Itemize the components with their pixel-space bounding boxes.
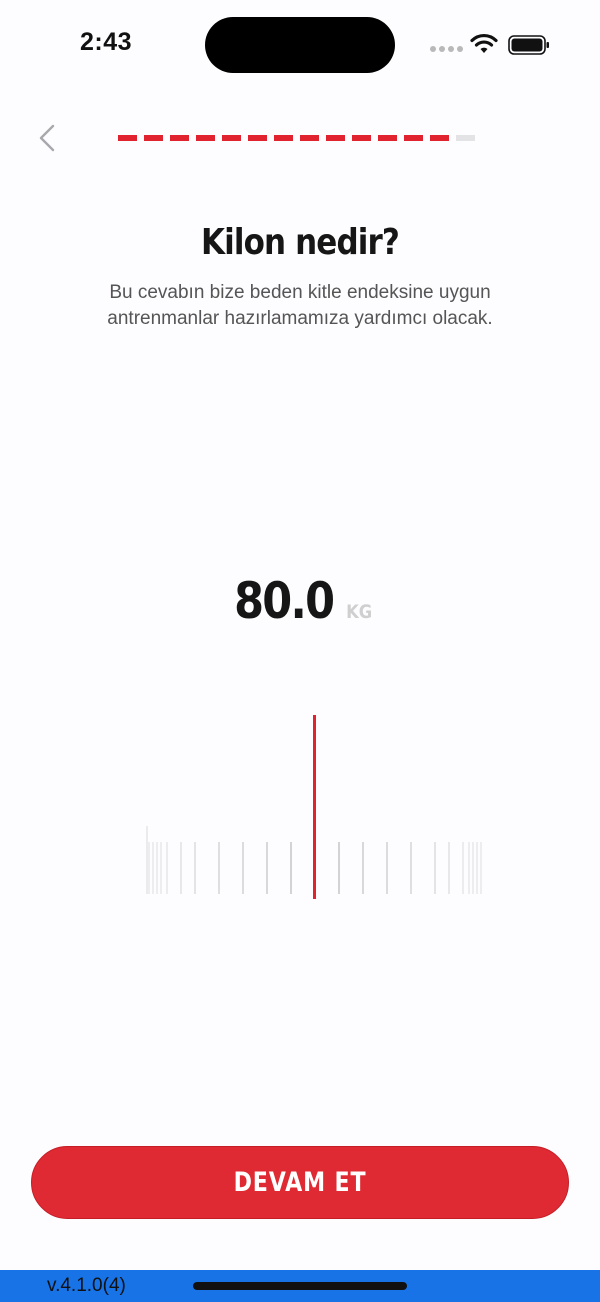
ruler-tick [468, 842, 470, 894]
continue-button-label: DEVAM ET [233, 1167, 367, 1198]
ruler-major-tick [146, 826, 148, 894]
progress-segment [196, 135, 215, 141]
question-subtitle: Bu cevabın bize beden kitle endeksine uy… [107, 282, 493, 329]
ruler-tick [362, 842, 364, 894]
progress-segment [248, 135, 267, 141]
progress-segment [352, 135, 371, 141]
progress-segment [274, 135, 293, 141]
question-title: Kilon nedir? [200, 222, 400, 263]
ruler-tick [472, 842, 474, 894]
ruler-tick [386, 842, 388, 894]
progress-segment [144, 135, 163, 141]
ruler-tick [156, 842, 158, 894]
dynamic-island [205, 17, 395, 73]
progress-segment [300, 135, 319, 141]
progress-segment [378, 135, 397, 141]
ruler-tick [266, 842, 268, 894]
ruler-tick [180, 842, 182, 894]
ruler-tick [434, 842, 436, 894]
progress-segment [222, 135, 241, 141]
ruler-indicator [313, 715, 316, 899]
ruler-tick [148, 842, 150, 894]
chevron-left-icon [39, 124, 55, 152]
weight-value: 80.0 [233, 572, 335, 630]
continue-button[interactable]: DEVAM ET [31, 1146, 569, 1219]
ruler-tick [160, 842, 162, 894]
ruler-tick [448, 842, 450, 894]
ruler-tick [338, 842, 340, 894]
battery-icon [508, 35, 549, 55]
version-label: v.4.1.0(4) [47, 1275, 126, 1296]
ruler-tick [290, 842, 292, 894]
progress-segment [430, 135, 449, 141]
cellular-signal-icon [430, 46, 463, 54]
ruler-tick [194, 842, 196, 894]
progress-segment [456, 135, 475, 141]
progress-segment [170, 135, 189, 141]
weight-ruler-slider[interactable] [140, 712, 485, 902]
progress-segment [118, 135, 137, 141]
ruler-tick [242, 842, 244, 894]
progress-segment [404, 135, 423, 141]
ruler-tick [462, 842, 464, 894]
version-bar: v.4.1.0(4) [0, 1270, 600, 1302]
ruler-tick [476, 842, 478, 894]
home-indicator [193, 1282, 407, 1290]
weight-readout: 80.0 KG [0, 572, 600, 630]
ruler-tick [152, 842, 154, 894]
status-time: 2:43 [80, 28, 133, 56]
back-button[interactable] [30, 118, 64, 158]
weight-unit: KG [345, 601, 372, 623]
progress-segment [326, 135, 345, 141]
status-bar: 2:43 [0, 0, 600, 90]
ruler-tick [480, 842, 482, 894]
ruler-tick [218, 842, 220, 894]
ruler-tick [166, 842, 168, 894]
onboarding-progress-bar [118, 135, 482, 143]
wifi-icon [470, 33, 498, 53]
ruler-tick [410, 842, 412, 894]
